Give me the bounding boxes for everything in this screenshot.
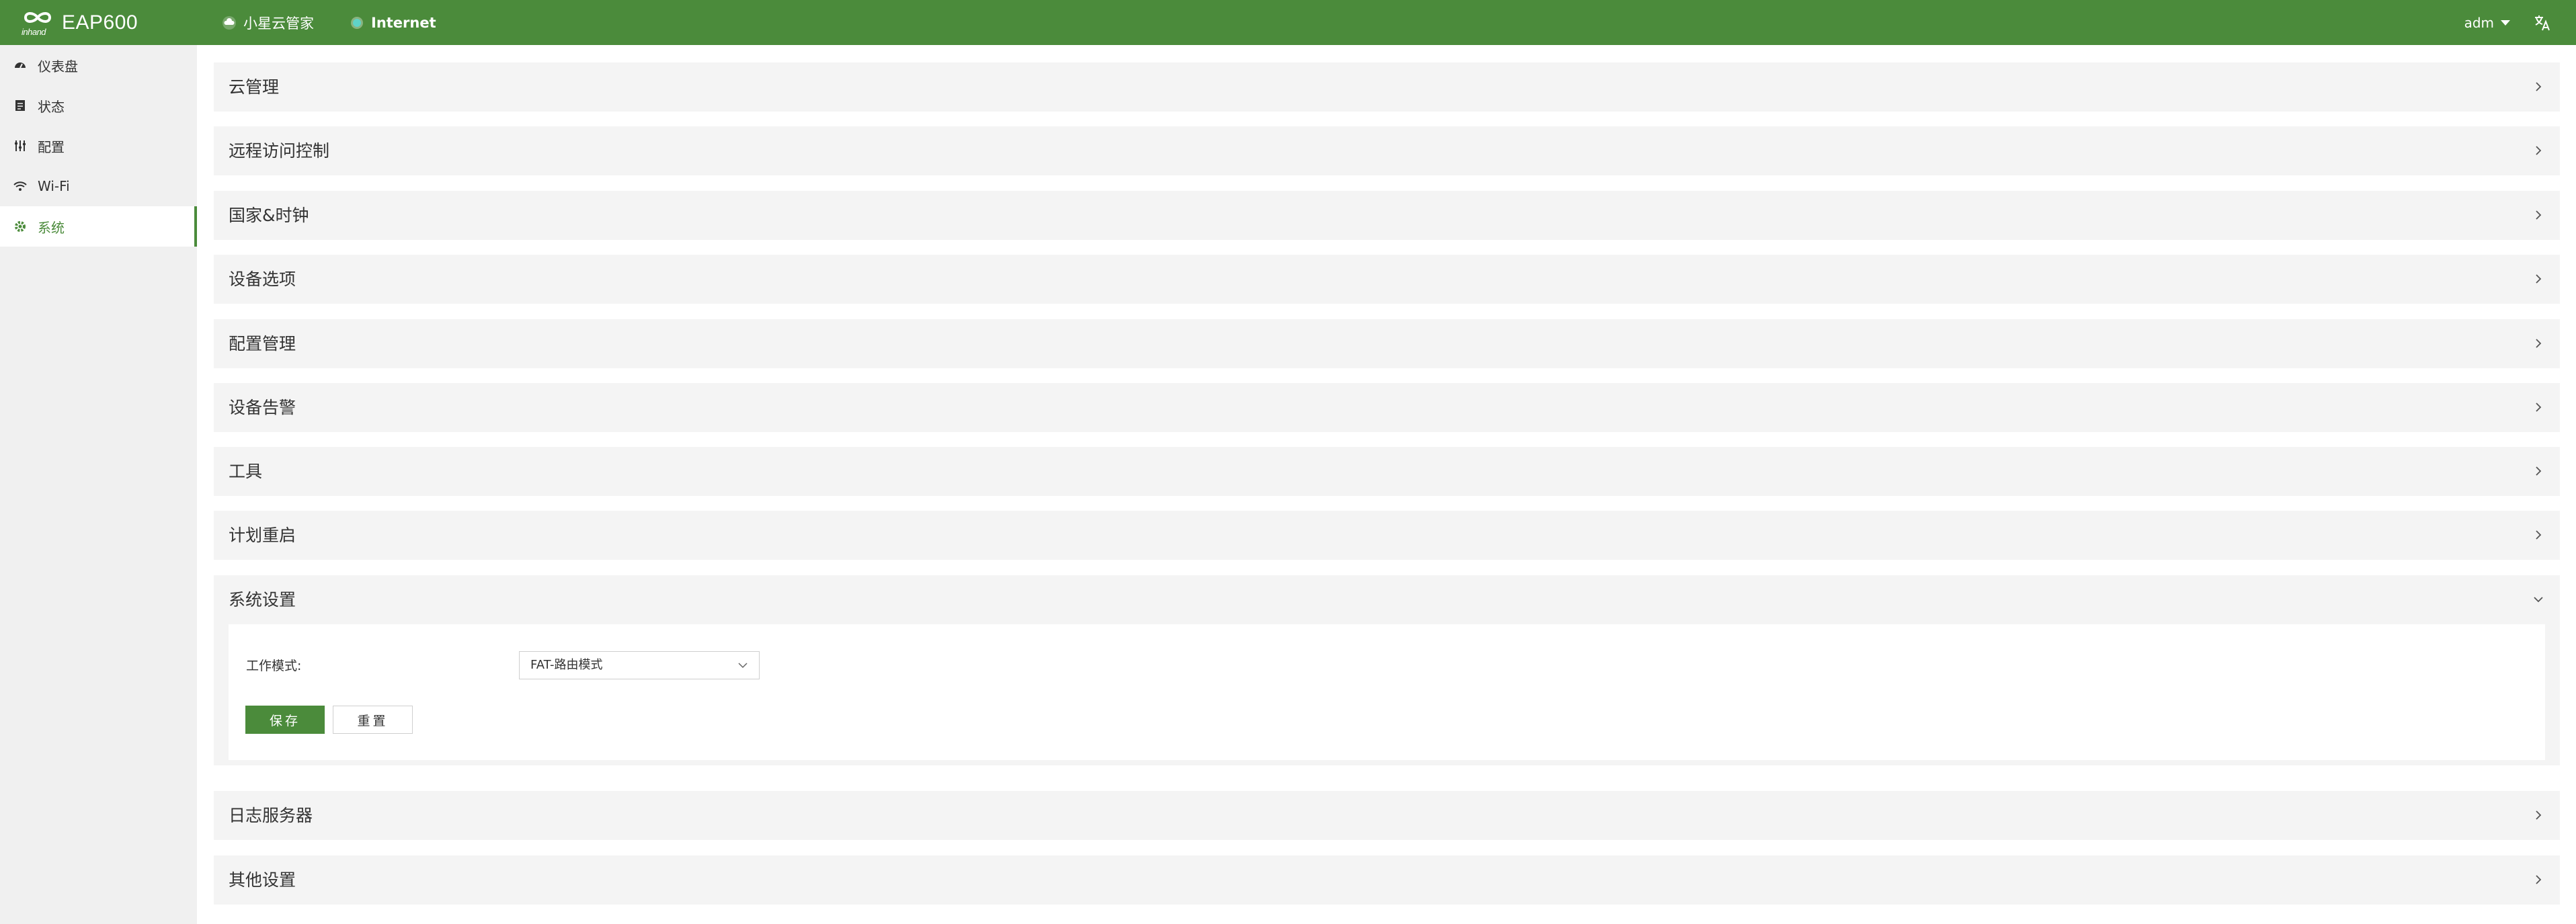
sidebar-item-label: 配置 — [38, 138, 65, 155]
section-country-clock[interactable]: 国家&时钟 — [214, 191, 2560, 240]
chevron-down-icon[interactable] — [2532, 593, 2545, 606]
sidebar-item-config[interactable]: 配置 — [0, 126, 197, 166]
config-sliders-icon — [13, 139, 27, 153]
internet-status-label: Internet — [371, 14, 436, 31]
device-model-title: EAP600 — [62, 11, 138, 34]
work-mode-label: 工作模式: — [246, 659, 302, 673]
sidebar-item-wifi[interactable]: Wi-Fi — [0, 166, 197, 206]
reset-button[interactable]: 重置 — [333, 706, 413, 734]
cloud-manager-link[interactable]: 小星云管家 — [222, 0, 314, 45]
internet-status[interactable]: Internet — [350, 0, 436, 45]
user-menu[interactable]: adm — [2464, 0, 2510, 45]
sidebar-item-system[interactable]: 系统 — [0, 206, 197, 247]
chevron-right-icon — [2536, 274, 2542, 284]
sidebar: 仪表盘 状态 配置 Wi-Fi 系统 — [0, 45, 197, 924]
section-title: 工具 — [229, 462, 263, 481]
sidebar-item-label: 状态 — [38, 98, 65, 115]
sidebar-item-status[interactable]: 状态 — [0, 85, 197, 126]
work-mode-value: FAT-路由模式 — [530, 658, 603, 672]
section-title: 配置管理 — [229, 334, 296, 353]
sidebar-item-label: 仪表盘 — [38, 58, 78, 75]
section-cloud-management[interactable]: 云管理 — [214, 62, 2560, 112]
sidebar-item-dashboard[interactable]: 仪表盘 — [0, 45, 197, 85]
logo-mark-icon: inhand — [20, 8, 56, 38]
logo-brand-text: inhand — [22, 27, 46, 37]
chevron-down-icon — [738, 663, 748, 669]
dashboard-icon — [13, 58, 27, 72]
sidebar-item-label: 系统 — [38, 219, 65, 236]
section-title: 云管理 — [229, 77, 280, 97]
section-config-management[interactable]: 配置管理 — [214, 319, 2560, 368]
chevron-right-icon — [2536, 810, 2542, 820]
chevron-right-icon — [2536, 82, 2542, 91]
chevron-right-icon — [2536, 530, 2542, 540]
section-other-settings[interactable]: 其他设置 — [214, 855, 2560, 905]
section-tools[interactable]: 工具 — [214, 447, 2560, 496]
caret-down-icon — [2501, 19, 2510, 26]
chevron-right-icon — [2536, 466, 2542, 476]
section-title: 其他设置 — [229, 870, 296, 890]
cloud-icon — [222, 15, 237, 30]
section-title: 设备选项 — [229, 269, 296, 289]
section-device-options[interactable]: 设备选项 — [214, 255, 2560, 304]
translate-icon[interactable] — [2533, 13, 2552, 32]
cloud-manager-label: 小星云管家 — [243, 15, 314, 32]
section-title: 远程访问控制 — [229, 141, 330, 161]
chevron-right-icon — [2536, 875, 2542, 884]
section-remote-access-control[interactable]: 远程访问控制 — [214, 126, 2560, 175]
section-device-alarm[interactable]: 设备告警 — [214, 383, 2560, 432]
user-name: adm — [2464, 14, 2494, 31]
section-title: 日志服务器 — [229, 806, 313, 825]
sidebar-item-label: Wi-Fi — [38, 178, 70, 194]
section-system-settings: 系统设置 工作模式: FAT-路由模式 保存 重置 — [214, 575, 2560, 765]
gear-icon — [13, 220, 27, 233]
section-scheduled-reboot[interactable]: 计划重启 — [214, 511, 2560, 560]
section-title: 计划重启 — [229, 526, 296, 545]
chevron-right-icon — [2536, 210, 2542, 220]
section-title: 设备告警 — [229, 398, 296, 417]
wifi-icon — [13, 179, 27, 193]
section-title[interactable]: 系统设置 — [229, 575, 296, 624]
work-mode-select[interactable]: FAT-路由模式 — [519, 651, 760, 679]
chevron-right-icon — [2536, 339, 2542, 348]
section-log-server[interactable]: 日志服务器 — [214, 791, 2560, 840]
section-title: 国家&时钟 — [229, 206, 309, 225]
status-icon — [13, 99, 27, 112]
status-dot-icon — [350, 15, 364, 30]
save-button[interactable]: 保存 — [245, 706, 325, 734]
top-bar: inhand EAP600 小星云管家 Internet adm — [0, 0, 2576, 45]
logo: inhand EAP600 — [20, 8, 138, 38]
system-settings-form: 工作模式: FAT-路由模式 保存 重置 — [229, 624, 2545, 760]
chevron-right-icon — [2536, 146, 2542, 155]
chevron-right-icon — [2536, 403, 2542, 412]
